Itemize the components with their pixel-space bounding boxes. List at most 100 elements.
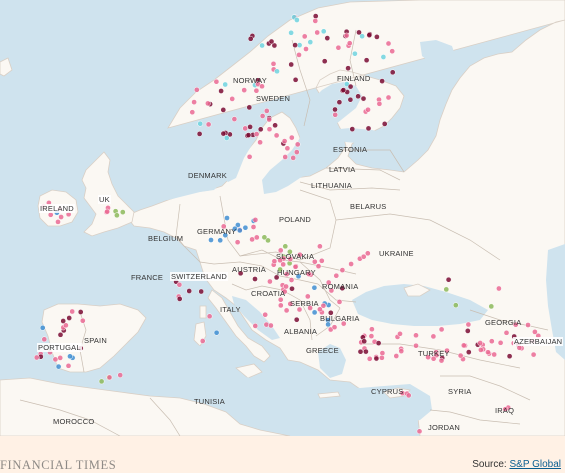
site-marker[interactable]: [360, 95, 367, 102]
site-marker[interactable]: [268, 322, 274, 329]
site-marker[interactable]: [41, 336, 48, 343]
site-marker[interactable]: [176, 281, 183, 288]
site-marker[interactable]: [176, 296, 183, 302]
site-marker[interactable]: [324, 35, 331, 41]
site-marker[interactable]: [114, 212, 120, 219]
site-marker[interactable]: [375, 340, 382, 346]
site-marker[interactable]: [268, 38, 275, 45]
site-marker[interactable]: [199, 338, 206, 344]
site-marker[interactable]: [247, 35, 254, 42]
site-marker[interactable]: [208, 237, 214, 243]
site-marker[interactable]: [443, 286, 450, 293]
site-marker[interactable]: [452, 302, 459, 309]
site-marker[interactable]: [360, 253, 367, 260]
site-marker[interactable]: [198, 288, 205, 295]
site-marker[interactable]: [186, 288, 193, 294]
site-marker[interactable]: [57, 331, 64, 338]
site-marker[interactable]: [315, 263, 322, 270]
site-marker[interactable]: [346, 40, 353, 47]
site-marker[interactable]: [497, 339, 504, 346]
site-marker[interactable]: [223, 135, 230, 141]
site-marker[interactable]: [213, 78, 220, 85]
site-marker[interactable]: [197, 120, 204, 127]
site-marker[interactable]: [79, 317, 86, 324]
site-marker[interactable]: [530, 351, 537, 358]
site-marker[interactable]: [381, 121, 388, 127]
site-marker[interactable]: [236, 227, 243, 234]
site-marker[interactable]: [220, 107, 227, 113]
site-marker[interactable]: [67, 353, 73, 360]
site-marker[interactable]: [398, 348, 405, 354]
site-marker[interactable]: [369, 326, 375, 333]
site-marker[interactable]: [246, 153, 253, 160]
site-marker[interactable]: [506, 353, 513, 360]
site-marker[interactable]: [252, 217, 259, 223]
site-marker[interactable]: [290, 155, 297, 161]
site-marker[interactable]: [317, 243, 323, 250]
site-marker[interactable]: [282, 154, 289, 160]
site-marker[interactable]: [284, 145, 291, 152]
site-marker[interactable]: [267, 278, 273, 285]
site-marker[interactable]: [379, 350, 386, 356]
site-marker[interactable]: [292, 42, 298, 48]
site-marker[interactable]: [460, 342, 467, 349]
site-marker[interactable]: [246, 104, 253, 111]
site-marker[interactable]: [348, 261, 354, 267]
site-marker[interactable]: [259, 42, 265, 49]
site-marker[interactable]: [224, 215, 230, 221]
site-marker[interactable]: [321, 58, 328, 65]
site-marker[interactable]: [488, 303, 495, 310]
site-marker[interactable]: [220, 130, 227, 137]
site-marker[interactable]: [478, 347, 484, 353]
site-marker[interactable]: [491, 351, 498, 358]
site-marker[interactable]: [272, 122, 278, 129]
site-marker[interactable]: [63, 322, 69, 329]
site-marker[interactable]: [416, 428, 423, 435]
site-marker[interactable]: [312, 18, 319, 24]
site-marker[interactable]: [340, 87, 347, 93]
site-marker[interactable]: [55, 363, 62, 370]
site-marker[interactable]: [307, 39, 314, 45]
site-marker[interactable]: [357, 348, 364, 355]
site-marker[interactable]: [206, 313, 213, 320]
site-marker[interactable]: [380, 54, 387, 60]
site-marker[interactable]: [191, 99, 197, 105]
site-marker[interactable]: [39, 324, 46, 331]
site-marker[interactable]: [245, 132, 252, 138]
site-marker[interactable]: [106, 374, 113, 381]
site-marker[interactable]: [356, 29, 362, 36]
site-marker[interactable]: [242, 125, 249, 132]
site-marker[interactable]: [189, 109, 196, 116]
site-marker[interactable]: [303, 46, 309, 52]
site-marker[interactable]: [252, 323, 259, 329]
site-marker[interactable]: [355, 93, 361, 100]
site-marker[interactable]: [213, 329, 220, 336]
site-marker[interactable]: [477, 340, 484, 346]
site-marker[interactable]: [376, 100, 383, 107]
site-marker[interactable]: [253, 131, 260, 137]
site-marker[interactable]: [253, 234, 260, 241]
site-marker[interactable]: [366, 355, 373, 362]
site-marker[interactable]: [277, 302, 284, 309]
site-marker[interactable]: [312, 13, 319, 19]
site-marker[interactable]: [336, 99, 343, 106]
site-marker[interactable]: [379, 78, 385, 84]
site-marker[interactable]: [345, 65, 351, 72]
site-marker[interactable]: [288, 277, 295, 283]
site-marker[interactable]: [205, 100, 211, 107]
site-marker[interactable]: [58, 214, 64, 220]
site-marker[interactable]: [457, 352, 464, 359]
site-marker[interactable]: [66, 315, 73, 321]
site-marker[interactable]: [465, 349, 472, 355]
site-marker[interactable]: [339, 267, 346, 273]
site-marker[interactable]: [294, 141, 301, 148]
site-marker[interactable]: [314, 29, 321, 36]
site-marker[interactable]: [385, 40, 392, 47]
site-marker[interactable]: [373, 355, 380, 362]
site-marker[interactable]: [405, 392, 412, 399]
site-marker[interactable]: [296, 52, 302, 58]
site-marker[interactable]: [289, 285, 295, 292]
site-marker[interactable]: [525, 322, 531, 328]
site-marker[interactable]: [266, 126, 273, 133]
site-marker[interactable]: [332, 106, 338, 113]
